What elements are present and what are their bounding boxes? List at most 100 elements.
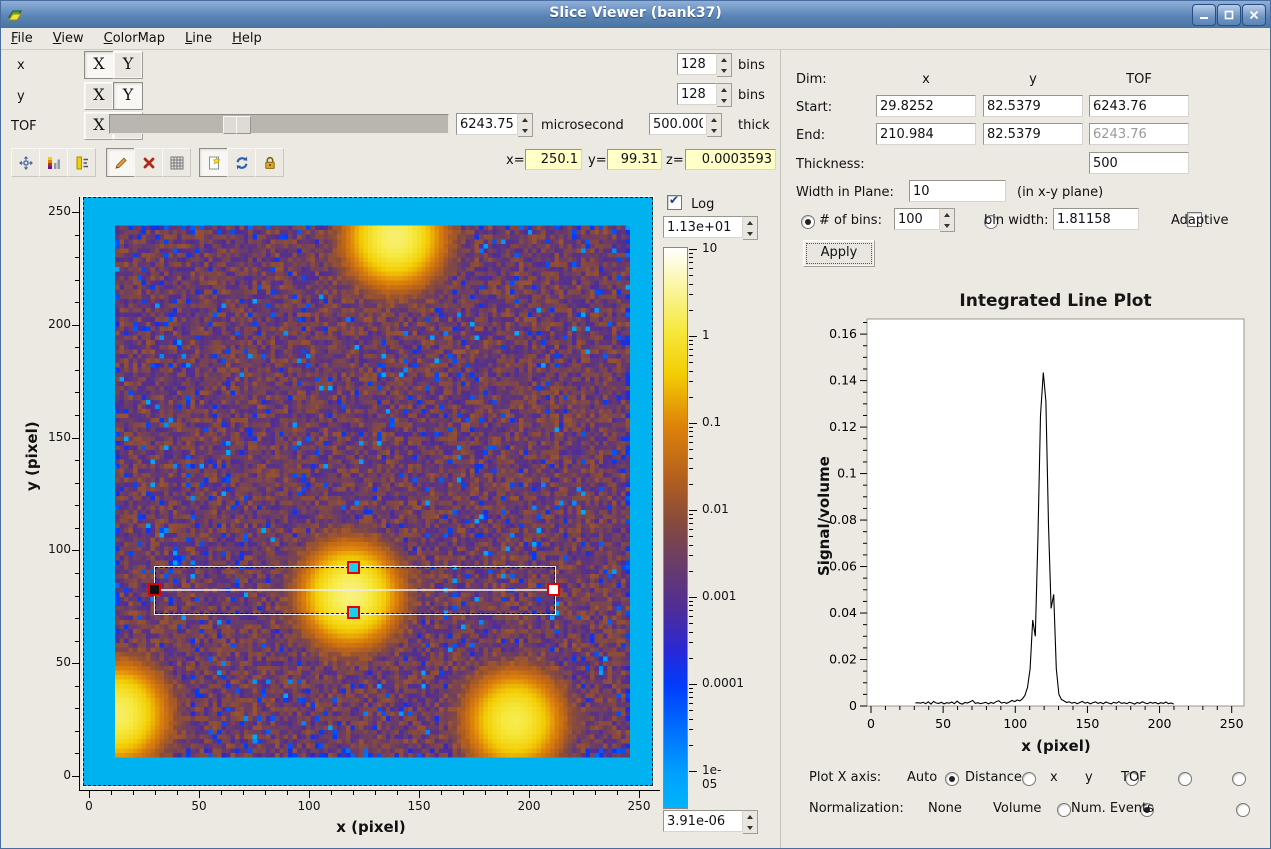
plot-x-distance-radio[interactable] (1022, 772, 1036, 786)
thick-up[interactable] (707, 114, 721, 125)
end-x-input[interactable] (876, 123, 976, 145)
clear-line-button[interactable] (134, 148, 163, 177)
axis-tick (689, 623, 693, 624)
dim-y-as-x-button[interactable]: X (84, 82, 114, 110)
axis-tick (133, 791, 134, 795)
heatmap-canvas[interactable] (84, 198, 652, 785)
minimize-button[interactable] (1192, 4, 1216, 26)
menu-line[interactable]: Line (175, 29, 222, 48)
start-tof-input[interactable] (1089, 95, 1189, 117)
thick-down[interactable] (707, 125, 721, 136)
tof-slider[interactable] (109, 114, 449, 134)
bin-width-label: bin width: (984, 213, 1048, 228)
y-bins-input[interactable] (677, 83, 717, 105)
axis-tick (689, 555, 693, 556)
axis-tick (689, 518, 693, 519)
start-x-input[interactable] (876, 95, 976, 117)
range-button[interactable] (67, 148, 96, 177)
log-label: Log (691, 197, 714, 212)
colorbar-gradient[interactable] (663, 247, 688, 809)
axis-tick (689, 684, 697, 685)
y-bins-up[interactable] (717, 84, 731, 95)
axis-tick (595, 791, 596, 795)
menu-view[interactable]: View (43, 29, 94, 48)
cbmax-up[interactable] (743, 217, 757, 228)
pan-button[interactable] (11, 148, 40, 177)
axis-tick (75, 708, 79, 709)
num-bins-radio[interactable] (801, 215, 815, 229)
tof-units-label: microsecond (541, 118, 624, 133)
log-checkbox[interactable] (667, 195, 682, 210)
bin-width-input[interactable] (1053, 208, 1139, 230)
dim-y-as-y-button[interactable]: Y (113, 82, 143, 110)
line-width-top-handle[interactable] (347, 561, 360, 574)
slice-image-plot[interactable] (83, 197, 653, 786)
cbmin-up[interactable] (743, 811, 757, 822)
axis-tick-label: 250 (619, 799, 659, 813)
snap-grid-button[interactable] (162, 148, 191, 177)
tof-thick-input[interactable] (649, 113, 707, 135)
axis-tick (441, 791, 442, 795)
draw-line-button[interactable] (106, 148, 135, 177)
end-y-input[interactable] (983, 123, 1083, 145)
tof-down[interactable] (518, 125, 532, 136)
menu-help[interactable]: Help (222, 29, 272, 48)
plot-x-auto-radio[interactable] (945, 772, 959, 786)
line-start-handle[interactable] (148, 583, 161, 596)
dim-col-y: y (983, 72, 1083, 87)
axis-tick (507, 791, 508, 795)
axis-tick (75, 686, 79, 687)
line-selection-line[interactable] (155, 589, 554, 591)
axis-tick (75, 596, 79, 597)
tof-slider-handle2[interactable] (236, 116, 251, 134)
maximize-button[interactable] (1217, 4, 1241, 26)
line-width-bottom-handle[interactable] (347, 606, 360, 619)
axis-tick (689, 262, 693, 263)
tof-up[interactable] (518, 114, 532, 125)
plot-x-tof-radio[interactable] (1232, 772, 1246, 786)
axis-tick (689, 249, 697, 250)
x-bins-input[interactable] (677, 53, 717, 75)
refresh-button[interactable] (227, 148, 256, 177)
num-bins-input[interactable] (894, 208, 940, 230)
axis-tick (353, 791, 354, 795)
colorbar-tick-label: 0.01 (702, 502, 729, 516)
dim-x-as-y-button[interactable]: Y (113, 51, 143, 79)
tof-thick-suffix: thick (738, 118, 770, 133)
apply-button[interactable]: Apply (803, 240, 875, 267)
plot-x-y-radio[interactable] (1178, 772, 1192, 786)
x-bins-down[interactable] (717, 65, 731, 76)
norm-events-radio[interactable] (1236, 803, 1250, 817)
overlay-button[interactable] (199, 148, 228, 177)
bins-down[interactable] (940, 220, 954, 231)
axis-tick (689, 362, 693, 363)
axis-tick (75, 528, 79, 529)
integrated-line-plot[interactable]: 05010015020025000.020.040.060.080.10.120… (801, 311, 1261, 759)
colormap-scale-button[interactable] (39, 148, 68, 177)
axis-tick (75, 370, 79, 371)
title-bar[interactable]: Slice Viewer (bank37) (1, 1, 1270, 29)
dim-col-tof: TOF (1089, 72, 1189, 87)
colorbar-min-input[interactable] (663, 810, 743, 832)
lock-button[interactable] (255, 148, 284, 177)
y-bins-down[interactable] (717, 95, 731, 106)
axis-tick-label: 100 (31, 542, 71, 556)
cbmax-down[interactable] (743, 228, 757, 239)
thickness-input[interactable] (1089, 152, 1189, 174)
colorbar-max-input[interactable] (663, 216, 743, 238)
axis-tick (72, 325, 79, 326)
start-y-input[interactable] (983, 95, 1083, 117)
line-end-handle[interactable] (547, 583, 560, 596)
dim-x-as-x-button[interactable]: X (84, 51, 114, 79)
grid-icon (169, 155, 185, 171)
menu-file[interactable]: File (1, 29, 43, 48)
cbmin-down[interactable] (743, 822, 757, 833)
menu-colormap[interactable]: ColorMap (94, 29, 175, 48)
tof-value-input[interactable] (456, 113, 518, 135)
bins-up[interactable] (940, 209, 954, 220)
norm-none-radio[interactable] (1057, 803, 1071, 817)
close-button[interactable] (1242, 4, 1266, 26)
width-in-plane-input[interactable] (909, 180, 1006, 202)
axis-tick (689, 632, 693, 633)
x-bins-up[interactable] (717, 54, 731, 65)
